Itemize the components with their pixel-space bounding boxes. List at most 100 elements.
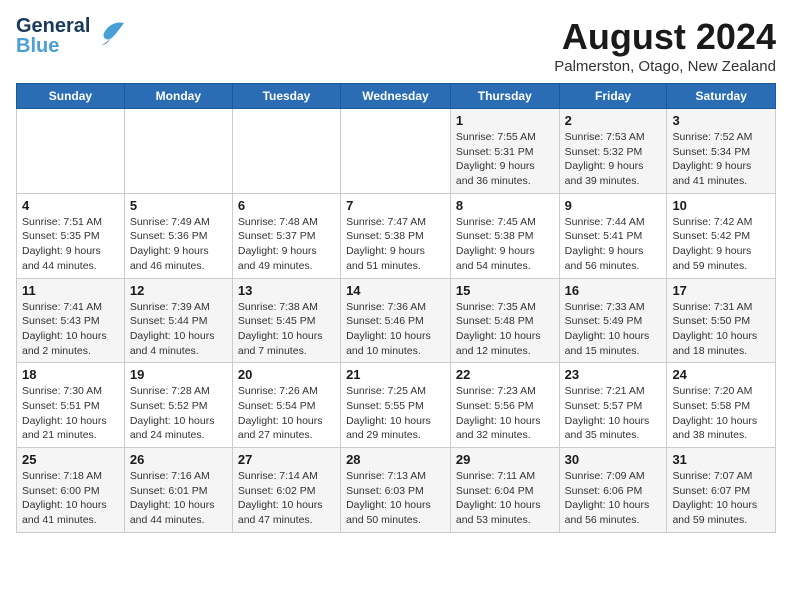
calendar-cell: 25 Sunrise: 7:18 AMSunset: 6:00 PMDayligh… — [17, 448, 125, 533]
calendar-cell: 27 Sunrise: 7:14 AMSunset: 6:02 PMDayligh… — [232, 448, 340, 533]
calendar-cell — [341, 109, 451, 194]
day-number: 5 — [130, 198, 227, 213]
day-number: 14 — [346, 283, 445, 298]
day-number: 19 — [130, 367, 227, 382]
weekday-header-friday: Friday — [559, 84, 667, 109]
day-info: Sunrise: 7:45 AMSunset: 5:38 PMDaylight:… — [456, 215, 554, 274]
day-info: Sunrise: 7:07 AMSunset: 6:07 PMDaylight:… — [672, 469, 770, 528]
calendar-cell: 1 Sunrise: 7:55 AMSunset: 5:31 PMDaylight… — [450, 109, 559, 194]
day-number: 3 — [672, 113, 770, 128]
weekday-header-wednesday: Wednesday — [341, 84, 451, 109]
day-info: Sunrise: 7:09 AMSunset: 6:06 PMDaylight:… — [565, 469, 662, 528]
day-info: Sunrise: 7:35 AMSunset: 5:48 PMDaylight:… — [456, 300, 554, 359]
day-number: 15 — [456, 283, 554, 298]
calendar-body: 1 Sunrise: 7:55 AMSunset: 5:31 PMDaylight… — [17, 109, 776, 533]
day-info: Sunrise: 7:39 AMSunset: 5:44 PMDaylight:… — [130, 300, 227, 359]
day-number: 25 — [22, 452, 119, 467]
calendar-cell: 10 Sunrise: 7:42 AMSunset: 5:42 PMDayligh… — [667, 193, 776, 278]
weekday-header-tuesday: Tuesday — [232, 84, 340, 109]
day-info: Sunrise: 7:49 AMSunset: 5:36 PMDaylight:… — [130, 215, 227, 274]
day-number: 7 — [346, 198, 445, 213]
day-number: 21 — [346, 367, 445, 382]
day-info: Sunrise: 7:55 AMSunset: 5:31 PMDaylight:… — [456, 130, 554, 189]
calendar-cell: 2Sunrise: 7:53 AMSunset: 5:32 PMDaylight… — [559, 109, 667, 194]
calendar-cell: 13Sunrise: 7:38 AMSunset: 5:45 PMDayligh… — [232, 278, 340, 363]
calendar-cell: 5 Sunrise: 7:49 AMSunset: 5:36 PMDaylight… — [124, 193, 232, 278]
day-info: Sunrise: 7:11 AMSunset: 6:04 PMDaylight:… — [456, 469, 554, 528]
calendar-week-1: 1 Sunrise: 7:55 AMSunset: 5:31 PMDaylight… — [17, 109, 776, 194]
calendar-cell — [17, 109, 125, 194]
day-info: Sunrise: 7:36 AMSunset: 5:46 PMDaylight:… — [346, 300, 445, 359]
weekday-header-monday: Monday — [124, 84, 232, 109]
day-info: Sunrise: 7:42 AMSunset: 5:42 PMDaylight:… — [672, 215, 770, 274]
day-info: Sunrise: 7:13 AMSunset: 6:03 PMDaylight:… — [346, 469, 445, 528]
day-number: 23 — [565, 367, 662, 382]
calendar-cell: 11Sunrise: 7:41 AMSunset: 5:43 PMDayligh… — [17, 278, 125, 363]
day-number: 9 — [565, 198, 662, 213]
day-info: Sunrise: 7:16 AMSunset: 6:01 PMDaylight:… — [130, 469, 227, 528]
logo-blue: Blue — [16, 36, 90, 56]
day-info: Sunrise: 7:52 AMSunset: 5:34 PMDaylight:… — [672, 130, 770, 189]
calendar-cell: 21 Sunrise: 7:25 AMSunset: 5:55 PMDayligh… — [341, 363, 451, 448]
logo: General Blue — [16, 16, 128, 56]
day-number: 17 — [672, 283, 770, 298]
calendar-cell: 28 Sunrise: 7:13 AMSunset: 6:03 PMDayligh… — [341, 448, 451, 533]
calendar-cell: 4Sunrise: 7:51 AMSunset: 5:35 PMDaylight… — [17, 193, 125, 278]
day-number: 29 — [456, 452, 554, 467]
calendar-cell — [124, 109, 232, 194]
calendar-cell: 18 Sunrise: 7:30 AMSunset: 5:51 PMDayligh… — [17, 363, 125, 448]
calendar-cell: 29 Sunrise: 7:11 AMSunset: 6:04 PMDayligh… — [450, 448, 559, 533]
calendar-cell: 6Sunrise: 7:48 AMSunset: 5:37 PMDaylight… — [232, 193, 340, 278]
calendar-cell: 24 Sunrise: 7:20 AMSunset: 5:58 PMDayligh… — [667, 363, 776, 448]
day-number: 13 — [238, 283, 335, 298]
day-number: 26 — [130, 452, 227, 467]
day-info: Sunrise: 7:33 AMSunset: 5:49 PMDaylight:… — [565, 300, 662, 359]
day-number: 4 — [22, 198, 119, 213]
calendar-table: SundayMondayTuesdayWednesdayThursdayFrid… — [16, 83, 776, 533]
day-number: 8 — [456, 198, 554, 213]
day-info: Sunrise: 7:18 AMSunset: 6:00 PMDaylight:… — [22, 469, 119, 528]
day-number: 12 — [130, 283, 227, 298]
weekday-header-sunday: Sunday — [17, 84, 125, 109]
calendar-cell: 9 Sunrise: 7:44 AMSunset: 5:41 PMDaylight… — [559, 193, 667, 278]
location-subtitle: Palmerston, Otago, New Zealand — [554, 58, 776, 75]
logo-bird-icon — [96, 17, 128, 56]
day-number: 6 — [238, 198, 335, 213]
calendar-cell — [232, 109, 340, 194]
day-number: 27 — [238, 452, 335, 467]
calendar-week-5: 25 Sunrise: 7:18 AMSunset: 6:00 PMDayligh… — [17, 448, 776, 533]
day-info: Sunrise: 7:21 AMSunset: 5:57 PMDaylight:… — [565, 384, 662, 443]
page-header: General Blue August 2024 Palmerston, Ota… — [16, 16, 776, 75]
day-info: Sunrise: 7:30 AMSunset: 5:51 PMDaylight:… — [22, 384, 119, 443]
weekday-row: SundayMondayTuesdayWednesdayThursdayFrid… — [17, 84, 776, 109]
day-number: 24 — [672, 367, 770, 382]
day-info: Sunrise: 7:23 AMSunset: 5:56 PMDaylight:… — [456, 384, 554, 443]
calendar-cell: 20Sunrise: 7:26 AMSunset: 5:54 PMDayligh… — [232, 363, 340, 448]
day-info: Sunrise: 7:44 AMSunset: 5:41 PMDaylight:… — [565, 215, 662, 274]
day-number: 16 — [565, 283, 662, 298]
day-info: Sunrise: 7:20 AMSunset: 5:58 PMDaylight:… — [672, 384, 770, 443]
day-number: 1 — [456, 113, 554, 128]
day-info: Sunrise: 7:47 AMSunset: 5:38 PMDaylight:… — [346, 215, 445, 274]
calendar-cell: 3 Sunrise: 7:52 AMSunset: 5:34 PMDaylight… — [667, 109, 776, 194]
day-number: 31 — [672, 452, 770, 467]
calendar-cell: 31 Sunrise: 7:07 AMSunset: 6:07 PMDayligh… — [667, 448, 776, 533]
calendar-cell: 15 Sunrise: 7:35 AMSunset: 5:48 PMDayligh… — [450, 278, 559, 363]
day-number: 18 — [22, 367, 119, 382]
title-section: August 2024 Palmerston, Otago, New Zeala… — [554, 16, 776, 75]
day-number: 10 — [672, 198, 770, 213]
calendar-cell: 14 Sunrise: 7:36 AMSunset: 5:46 PMDayligh… — [341, 278, 451, 363]
calendar-week-4: 18 Sunrise: 7:30 AMSunset: 5:51 PMDayligh… — [17, 363, 776, 448]
day-number: 30 — [565, 452, 662, 467]
day-info: Sunrise: 7:14 AMSunset: 6:02 PMDaylight:… — [238, 469, 335, 528]
calendar-header: SundayMondayTuesdayWednesdayThursdayFrid… — [17, 84, 776, 109]
calendar-cell: 17Sunrise: 7:31 AMSunset: 5:50 PMDayligh… — [667, 278, 776, 363]
day-number: 28 — [346, 452, 445, 467]
weekday-header-saturday: Saturday — [667, 84, 776, 109]
day-number: 11 — [22, 283, 119, 298]
day-info: Sunrise: 7:25 AMSunset: 5:55 PMDaylight:… — [346, 384, 445, 443]
weekday-header-thursday: Thursday — [450, 84, 559, 109]
day-info: Sunrise: 7:28 AMSunset: 5:52 PMDaylight:… — [130, 384, 227, 443]
calendar-cell: 22Sunrise: 7:23 AMSunset: 5:56 PMDayligh… — [450, 363, 559, 448]
calendar-cell: 8 Sunrise: 7:45 AMSunset: 5:38 PMDaylight… — [450, 193, 559, 278]
